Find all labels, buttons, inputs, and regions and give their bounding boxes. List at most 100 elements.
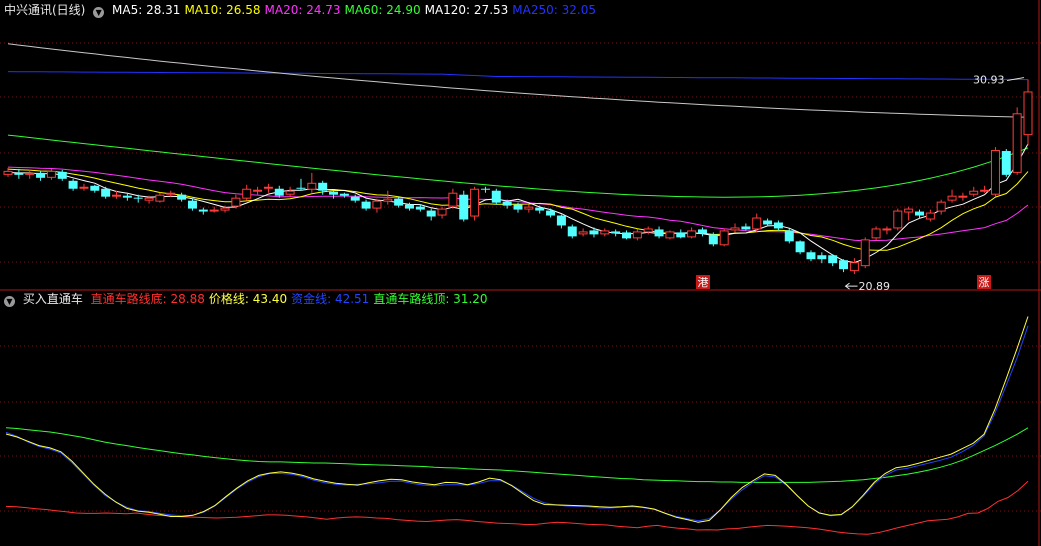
candle-body-up (632, 231, 642, 239)
candle-body-up (849, 262, 859, 272)
candle-body-up (904, 208, 914, 213)
ma120-line (7, 43, 1029, 118)
candle-body-up (980, 189, 990, 192)
legend-item: 资金线: 42.51 (291, 292, 370, 306)
candle-body-down (784, 230, 794, 242)
candle-body-up (220, 207, 230, 211)
candle-body-down (133, 197, 143, 199)
candle-body-down (101, 188, 111, 197)
candle-body-down (350, 196, 360, 201)
candle-body-down (394, 198, 404, 206)
candle-body-up (25, 172, 35, 175)
candle-body-down (763, 220, 773, 225)
candle-body-up (437, 208, 447, 216)
price-panel-header: 中兴通讯(日线) ▼ MA5: 28.31 MA10: 26.58 MA20: 24… (4, 3, 600, 18)
ma250-path (7, 71, 1029, 81)
candle-body-up (46, 170, 56, 178)
event-badge-label: 港 (698, 276, 709, 289)
candle-body-down (611, 231, 621, 234)
candle-body-down (741, 226, 751, 230)
candle-body-up (752, 217, 762, 230)
low-arrow (844, 282, 858, 290)
candle-body-down (318, 182, 328, 191)
low-price-label: 20.89 (859, 280, 891, 293)
legend-item: MA5: 28.31 (112, 3, 181, 17)
ma250-line (7, 71, 1029, 81)
candle-body-up (893, 210, 903, 229)
stock-chart-canvas[interactable]: 30.93 20.89 港 涨 (0, 0, 1041, 546)
candle-body-down (459, 194, 469, 220)
candle-body-up (990, 150, 1000, 195)
candle-body-down (535, 207, 545, 211)
candle-body-up (448, 192, 458, 207)
candle-body-down (654, 229, 664, 237)
candle-body-up (231, 197, 241, 207)
ma120-path (7, 43, 1029, 118)
candle-body-up (871, 228, 881, 239)
candle-body-up (112, 194, 122, 197)
candle-body-up (383, 198, 393, 202)
candle-body-down (697, 229, 707, 234)
candle-body-down (122, 195, 132, 198)
candle-body-up (524, 206, 534, 210)
price-panel-grid (0, 0, 1041, 546)
candle-body-up (166, 192, 176, 195)
candle-body-down (491, 190, 501, 203)
candle-body-down (502, 201, 512, 206)
candle-body-down (198, 209, 208, 212)
candle-body-down (404, 204, 414, 209)
candle-body-down (708, 234, 718, 245)
candlestick-series (3, 79, 1033, 275)
candle-body-up (947, 195, 957, 201)
candle-body-up (687, 230, 697, 238)
candle-body-up (882, 228, 892, 231)
candle-body-down (480, 188, 490, 190)
ma60-path (7, 134, 1029, 198)
indicator-menu-icon[interactable]: ▼ (4, 296, 15, 307)
candle-body-down (36, 172, 46, 178)
indicator-title: 买入直通车 (22, 292, 83, 306)
candle-body-up (253, 189, 263, 192)
legend-item: MA60: 24.90 (344, 3, 421, 17)
candle-body-down (839, 260, 849, 270)
legend-item: 直通车路线顶: 31.20 (373, 292, 488, 306)
indicator-panel-grid (0, 345, 1041, 512)
candle-body-up (144, 197, 154, 201)
candle-body-down (773, 222, 783, 229)
candle-body-down (589, 230, 599, 235)
candle-body-up (79, 186, 89, 189)
candle-body-up (285, 190, 295, 195)
indicator-panel-header: ▼ 买入直通车 直通车路线底: 28.88 价格线: 43.40 资金线: 42.5… (4, 292, 492, 307)
candle-body-down (1001, 151, 1011, 175)
candle-body-down (274, 188, 284, 196)
candle-body-down (567, 226, 577, 237)
candle-body-down (676, 232, 686, 238)
candle-body-down (513, 204, 523, 210)
ma60-line (7, 134, 1029, 198)
stock-title: 中兴通讯(日线) (4, 3, 86, 17)
legend-item: MA20: 24.73 (264, 3, 341, 17)
candle-body-up (307, 182, 317, 190)
candle-body-up (1012, 113, 1022, 173)
legend-item: MA120: 27.53 (424, 3, 509, 17)
candle-body-down (14, 172, 24, 175)
indicator-line (5, 325, 1029, 522)
candle-body-down (329, 191, 339, 195)
candle-body-down (361, 201, 371, 209)
candle-body-up (719, 230, 729, 246)
indicator-line (5, 316, 1029, 523)
settings-circle-icon[interactable]: ▼ (93, 7, 105, 18)
candle-body-down (914, 211, 924, 216)
candle-body-up (600, 230, 610, 235)
candle-body-down (546, 210, 556, 216)
candle-body-up (969, 190, 979, 195)
candle-body-down (177, 194, 187, 200)
candle-body-up (3, 170, 13, 175)
candle-body-down (339, 193, 349, 196)
high-price-label: 30.93 (973, 74, 1005, 87)
candle-body-up (925, 212, 935, 220)
candle-body-down (68, 180, 78, 189)
candle-body-up (578, 231, 588, 235)
candle-body-up (730, 227, 740, 231)
candle-body-down (187, 200, 197, 209)
